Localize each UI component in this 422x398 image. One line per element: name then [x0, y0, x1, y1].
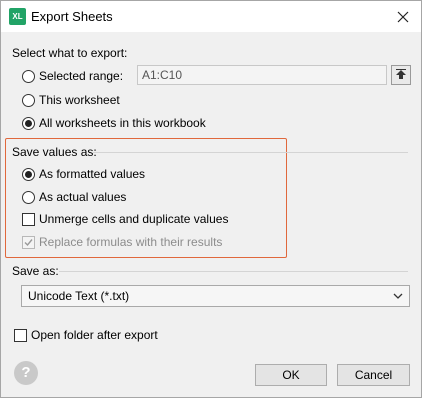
unmerge-checkbox[interactable] [22, 213, 35, 226]
open-folder-label[interactable]: Open folder after export [31, 328, 158, 342]
radio-selected-range[interactable] [22, 70, 35, 83]
ok-button[interactable]: OK [255, 364, 327, 386]
radio-all-worksheets-label[interactable]: All worksheets in this workbook [39, 116, 206, 130]
checkmark-icon [24, 239, 33, 247]
chevron-down-icon [393, 293, 403, 299]
cancel-button[interactable]: Cancel [337, 364, 410, 386]
radio-formatted-values-label[interactable]: As formatted values [39, 167, 145, 181]
export-sheets-dialog: XL Export Sheets Select what to export: … [0, 0, 422, 398]
format-dropdown[interactable]: Unicode Text (*.txt) [21, 285, 410, 307]
save-as-divider [59, 271, 408, 272]
unmerge-checkbox-label[interactable]: Unmerge cells and duplicate values [39, 212, 228, 226]
radio-actual-values-label[interactable]: As actual values [39, 190, 126, 204]
excel-app-icon: XL [9, 8, 26, 25]
radio-actual-values[interactable] [22, 191, 35, 204]
replace-formulas-checkbox[interactable] [22, 236, 35, 249]
radio-this-worksheet[interactable] [22, 94, 35, 107]
save-as-heading: Save as: [12, 264, 59, 278]
values-section-heading: Save values as: [12, 145, 97, 159]
radio-selected-range-label[interactable]: Selected range: [39, 69, 123, 83]
dialog-title: Export Sheets [31, 9, 113, 24]
export-section-heading: Select what to export: [12, 46, 128, 60]
collapse-up-icon[interactable] [391, 65, 411, 85]
help-icon[interactable]: ? [14, 361, 38, 385]
radio-all-worksheets[interactable] [22, 117, 35, 130]
open-folder-checkbox[interactable] [14, 329, 27, 342]
values-section-divider [93, 152, 408, 153]
range-input[interactable]: A1:C10 [137, 65, 387, 85]
replace-formulas-label[interactable]: Replace formulas with their results [39, 235, 222, 249]
close-icon[interactable] [393, 7, 413, 27]
title-bar: XL Export Sheets [1, 1, 421, 32]
radio-formatted-values[interactable] [22, 168, 35, 181]
radio-this-worksheet-label[interactable]: This worksheet [39, 93, 120, 107]
format-dropdown-value: Unicode Text (*.txt) [28, 289, 130, 303]
